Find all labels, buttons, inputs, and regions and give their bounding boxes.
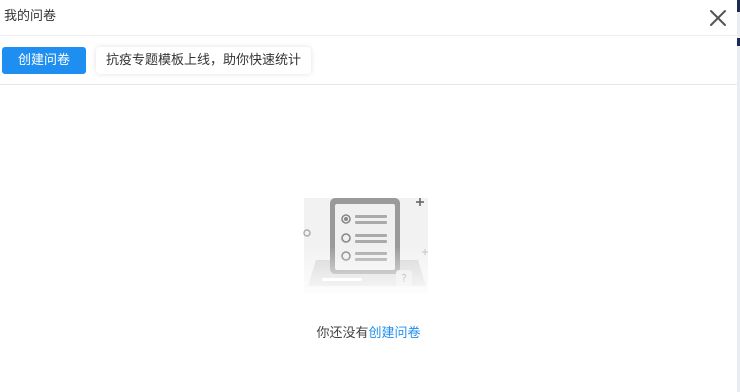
- close-button[interactable]: [707, 7, 729, 29]
- empty-state-prefix: 你还没有: [316, 326, 369, 341]
- close-icon: [710, 10, 726, 26]
- create-questionnaire-link[interactable]: 创建问卷: [369, 326, 421, 341]
- window-title: 我的问卷: [4, 9, 57, 24]
- empty-questionnaire-icon: ?: [300, 192, 434, 296]
- create-questionnaire-button[interactable]: 创建问卷: [2, 47, 86, 74]
- template-notice-banner[interactable]: 抗疫专题模板上线，助你快速统计: [96, 47, 312, 74]
- toolbar: 创建问卷 抗疫专题模板上线，助你快速统计: [0, 36, 737, 85]
- empty-state-message: 你还没有创建问卷: [0, 325, 737, 343]
- title-bar: 我的问卷: [0, 0, 737, 36]
- my-questionnaires-window: 我的问卷 创建问卷 抗疫专题模板上线，助你快速统计 你还没有创建问卷: [0, 0, 740, 392]
